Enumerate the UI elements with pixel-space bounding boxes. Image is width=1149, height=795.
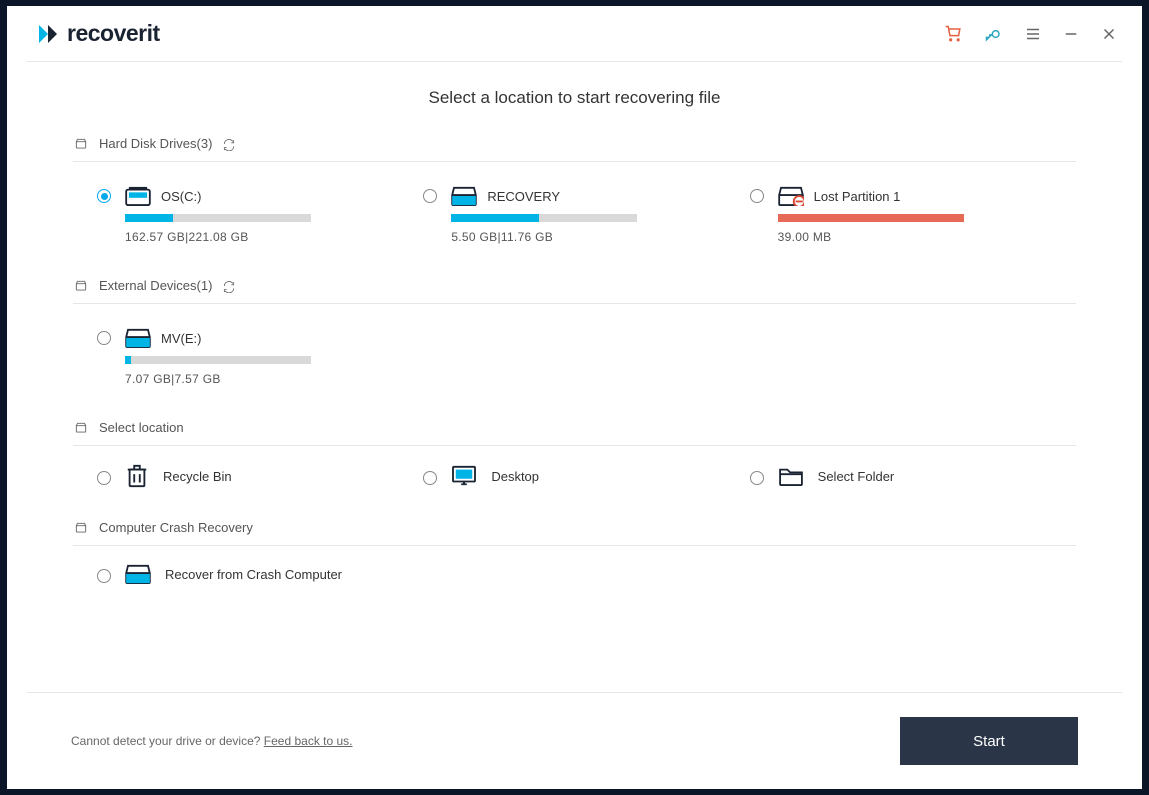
drive-mv-e[interactable]: MV(E:) 7.07 GB|7.57 GB	[97, 328, 423, 386]
location-name: Recycle Bin	[163, 469, 232, 484]
section-title: External Devices(1)	[99, 278, 212, 293]
section-external-devices: External Devices(1)	[73, 278, 1076, 304]
crash-recover-option[interactable]: Recover from Crash Computer	[97, 564, 423, 584]
titlebar: recoverit	[7, 6, 1142, 61]
usage-bar	[778, 214, 964, 222]
footer-text: Cannot detect your drive or device? Feed…	[71, 734, 353, 748]
desktop-icon	[451, 465, 477, 487]
section-title: Computer Crash Recovery	[99, 520, 253, 535]
titlebar-actions	[944, 24, 1118, 44]
app-window: recoverit Select a location to start rec…	[7, 6, 1142, 789]
footer: Cannot detect your drive or device? Feed…	[27, 692, 1122, 789]
drive-name: MV(E:)	[161, 331, 201, 346]
location-name: Desktop	[491, 469, 539, 484]
radio-recycle-bin[interactable]	[97, 471, 111, 485]
drive-size: 39.00 MB	[778, 230, 964, 244]
section-hard-disk-drives: Hard Disk Drives(3)	[73, 136, 1076, 162]
system-drive-icon	[125, 186, 151, 206]
drive-size: 5.50 GB|11.76 GB	[451, 230, 637, 244]
location-desktop[interactable]: Desktop	[423, 464, 749, 488]
radio-select-folder[interactable]	[750, 471, 764, 485]
crash-recover-label: Recover from Crash Computer	[165, 567, 342, 582]
refresh-icon[interactable]	[222, 137, 236, 151]
section-crash-recovery: Computer Crash Recovery	[73, 520, 1076, 546]
menu-icon[interactable]	[1024, 25, 1042, 43]
feedback-link[interactable]: Feed back to us.	[264, 734, 353, 748]
drive-icon	[125, 564, 151, 584]
drive-section-icon	[73, 521, 89, 535]
drive-name: OS(C:)	[161, 189, 201, 204]
location-name: Select Folder	[818, 469, 895, 484]
drive-os-c[interactable]: OS(C:) 162.57 GB|221.08 GB	[97, 186, 423, 244]
drive-icon	[451, 186, 477, 206]
hdd-list: OS(C:) 162.57 GB|221.08 GB RECOVERY 5.50…	[73, 162, 1076, 264]
drive-section-icon	[73, 137, 89, 151]
page-title: Select a location to start recovering fi…	[7, 88, 1142, 108]
radio-recovery[interactable]	[423, 189, 437, 203]
crash-list: Recover from Crash Computer	[73, 546, 1076, 602]
drive-lost-partition[interactable]: Lost Partition 1 39.00 MB	[750, 186, 1076, 244]
drive-size: 7.07 GB|7.57 GB	[125, 372, 311, 386]
section-title: Hard Disk Drives(3)	[99, 136, 212, 151]
location-recycle-bin[interactable]: Recycle Bin	[97, 464, 423, 488]
key-icon[interactable]	[984, 24, 1004, 44]
radio-crash-recover[interactable]	[97, 569, 111, 583]
usage-bar	[125, 356, 311, 364]
section-title: Select location	[99, 420, 184, 435]
recycle-bin-icon	[125, 464, 149, 488]
lost-partition-icon	[778, 186, 804, 206]
logo-icon	[35, 21, 61, 47]
radio-mv-e[interactable]	[97, 331, 111, 345]
location-select-folder[interactable]: Select Folder	[750, 464, 1076, 488]
drive-name: Lost Partition 1	[814, 189, 901, 204]
radio-os-c[interactable]	[97, 189, 111, 203]
drive-section-icon	[73, 421, 89, 435]
cart-icon[interactable]	[944, 24, 964, 44]
minimize-icon[interactable]	[1062, 25, 1080, 43]
close-icon[interactable]	[1100, 25, 1118, 43]
ext-list: MV(E:) 7.07 GB|7.57 GB	[73, 304, 1076, 406]
drive-recovery[interactable]: RECOVERY 5.50 GB|11.76 GB	[423, 186, 749, 244]
drive-section-icon	[73, 279, 89, 293]
radio-desktop[interactable]	[423, 471, 437, 485]
content-area: Hard Disk Drives(3) OS(C:) 162.57 GB|221…	[7, 122, 1142, 692]
app-name: recoverit	[67, 20, 160, 47]
divider	[27, 61, 1122, 62]
usage-bar	[451, 214, 637, 222]
drive-name: RECOVERY	[487, 189, 560, 204]
drive-size: 162.57 GB|221.08 GB	[125, 230, 311, 244]
radio-lost-partition[interactable]	[750, 189, 764, 203]
refresh-icon[interactable]	[222, 279, 236, 293]
app-logo: recoverit	[35, 20, 160, 47]
folder-icon	[778, 466, 804, 486]
start-button[interactable]: Start	[900, 717, 1078, 765]
section-select-location: Select location	[73, 420, 1076, 446]
usage-bar	[125, 214, 311, 222]
drive-icon	[125, 328, 151, 348]
location-list: Recycle Bin Desktop Select Folder	[73, 446, 1076, 506]
